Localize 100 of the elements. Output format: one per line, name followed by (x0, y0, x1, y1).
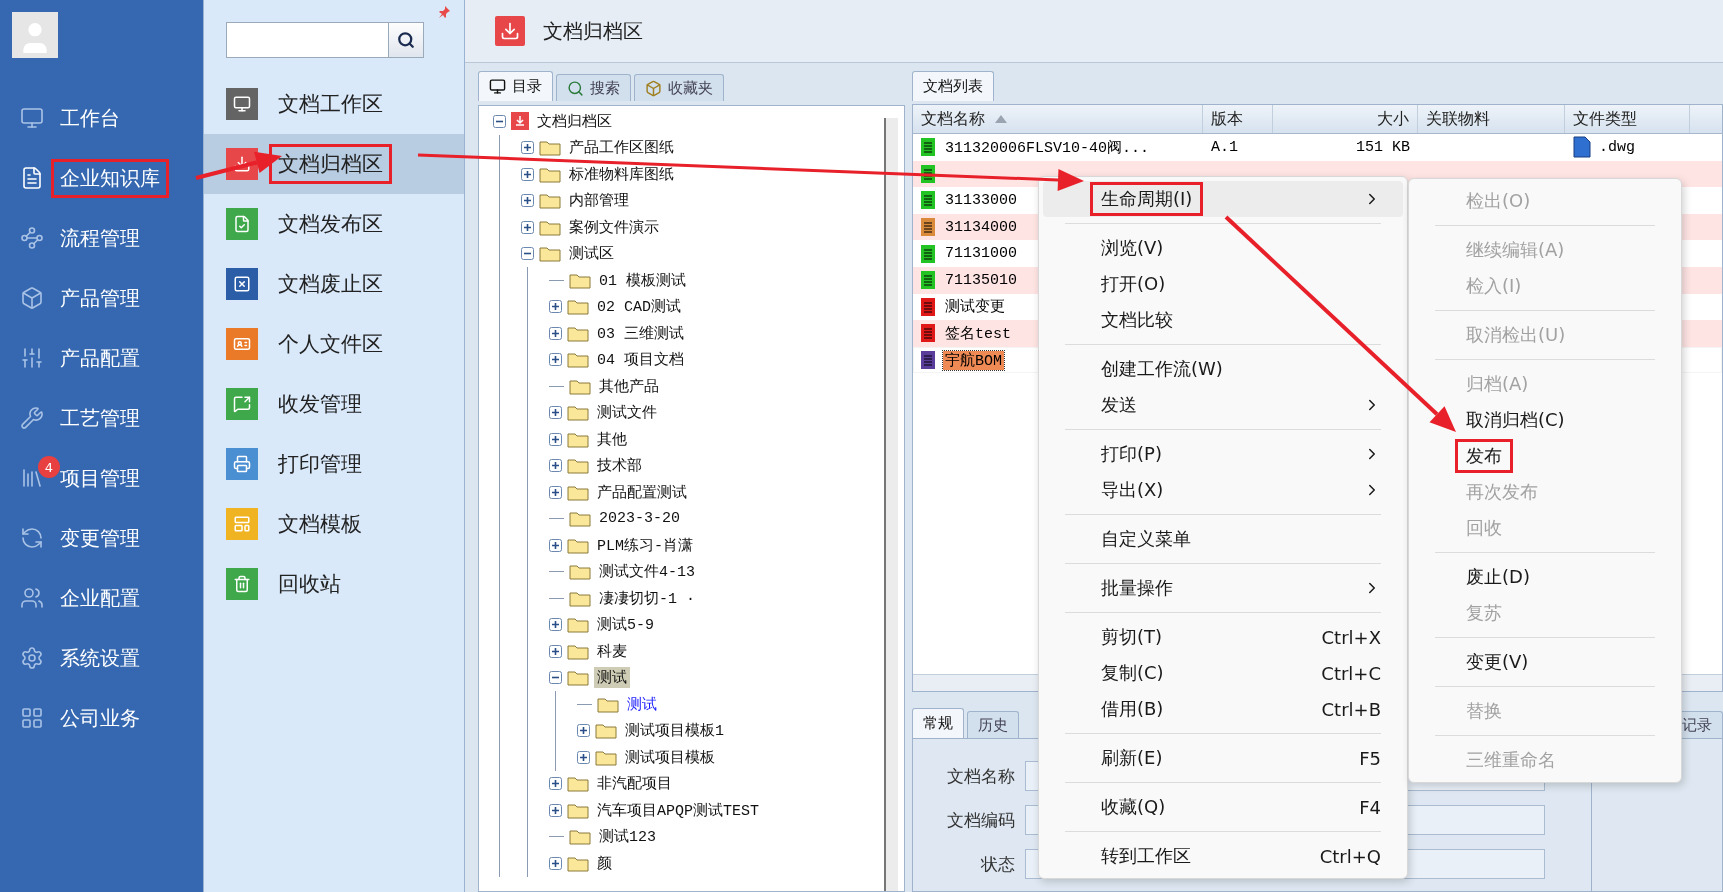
nav-item[interactable]: 工艺管理 (0, 388, 203, 448)
nav-item[interactable]: 变更管理 (0, 508, 203, 568)
expand-toggle[interactable] (549, 777, 562, 791)
nav-item[interactable]: 产品配置 (0, 328, 203, 388)
nav-item[interactable]: 工作台 (0, 88, 203, 148)
expand-toggle[interactable] (549, 353, 562, 367)
tree-node[interactable]: PLM练习-肖潇 (594, 534, 696, 556)
sub-nav-item[interactable]: 文档工作区 (204, 74, 464, 134)
tree-node[interactable]: 测试区 (566, 243, 617, 265)
menu-item[interactable]: 打印(P) (1043, 436, 1403, 472)
expand-toggle[interactable] (549, 644, 562, 658)
sub-nav-item[interactable]: 文档归档区 (204, 134, 464, 194)
tree-node[interactable]: 03 三维测试 (594, 322, 687, 344)
menu-item[interactable]: 浏览(V) (1043, 230, 1403, 266)
tree-node[interactable]: 04 项目文档 (594, 349, 687, 371)
tree-node[interactable]: 凄凄切切-1 · (596, 587, 698, 609)
column-header[interactable]: 大小 (1273, 105, 1418, 133)
nav-item[interactable]: 公司业务 (0, 688, 203, 748)
tree-node[interactable]: 汽车项目APQP测试TEST (594, 799, 762, 821)
tree-node[interactable]: 颜 (594, 852, 615, 874)
collapse-toggle[interactable] (493, 114, 506, 128)
panel-tab[interactable]: 历史 (967, 711, 1019, 738)
tree-node[interactable]: 产品工作区图纸 (566, 137, 677, 159)
menu-item[interactable]: 废止(D) (1413, 559, 1677, 595)
menu-item[interactable]: 转到工作区 Ctrl+Q (1043, 838, 1403, 874)
menu-item[interactable]: 复制(C) Ctrl+C (1043, 655, 1403, 691)
expand-toggle[interactable] (549, 856, 562, 870)
panel-tab[interactable]: 常规 (912, 708, 964, 738)
menu-item[interactable]: 生命周期(I) (1043, 181, 1403, 217)
menu-item[interactable]: 发布 (1413, 438, 1677, 474)
expand-toggle[interactable] (521, 167, 534, 181)
nav-item[interactable]: 产品管理 (0, 268, 203, 328)
expand-toggle[interactable] (577, 724, 590, 738)
expand-toggle[interactable] (549, 538, 562, 552)
tree-node[interactable]: 测试文件4-13 (596, 561, 698, 583)
menu-item[interactable]: 打开(O) (1043, 266, 1403, 302)
tree-node[interactable]: 非汽配项目 (594, 773, 675, 795)
tree-node[interactable]: 文档归档区 (534, 110, 615, 132)
expand-toggle[interactable] (549, 326, 562, 340)
column-header[interactable]: 关联物料 (1418, 105, 1565, 133)
menu-item[interactable]: 剪切(T) Ctrl+X (1043, 619, 1403, 655)
expand-toggle[interactable] (521, 141, 534, 155)
expand-toggle[interactable] (549, 406, 562, 420)
tree-node[interactable]: 测试项目模板 (622, 746, 718, 768)
expand-toggle[interactable] (549, 618, 562, 632)
tree-node[interactable]: 其他产品 (596, 375, 662, 397)
tree-node[interactable]: 测试项目模板1 (622, 720, 727, 742)
column-header[interactable]: 文件类型 (1565, 105, 1690, 133)
menu-item[interactable]: 导出(X) (1043, 472, 1403, 508)
collapse-toggle[interactable] (521, 247, 534, 261)
menu-item[interactable]: 创建工作流(W) (1043, 351, 1403, 387)
scrollbar[interactable] (884, 118, 898, 891)
expand-toggle[interactable] (521, 194, 534, 208)
menu-item[interactable]: 取消归档(C) (1413, 402, 1677, 438)
menu-item[interactable]: 文档比较 (1043, 302, 1403, 338)
tree-node[interactable]: 01 模板测试 (596, 269, 689, 291)
menu-item[interactable]: 发送 (1043, 387, 1403, 423)
sub-nav-item[interactable]: 回收站 (204, 554, 464, 614)
collapse-toggle[interactable] (549, 671, 562, 685)
tree-node[interactable]: 其他 (594, 428, 630, 450)
expand-toggle[interactable] (549, 485, 562, 499)
search-button[interactable] (388, 22, 424, 58)
tree-node[interactable]: 02 CAD测试 (594, 296, 684, 318)
sub-nav-item[interactable]: 打印管理 (204, 434, 464, 494)
expand-toggle[interactable] (549, 459, 562, 473)
tree-node[interactable]: 测试5-9 (594, 614, 657, 636)
menu-item[interactable]: 刷新(E) F5 (1043, 740, 1403, 776)
sub-nav-item[interactable]: 收发管理 (204, 374, 464, 434)
menu-item[interactable]: 借用(B) Ctrl+B (1043, 691, 1403, 727)
menu-item[interactable]: 自定义菜单 (1043, 521, 1403, 557)
nav-item[interactable]: 4 项目管理 (0, 448, 203, 508)
tree-node[interactable]: 内部管理 (566, 190, 632, 212)
menu-item[interactable]: 变更(V) (1413, 644, 1677, 680)
expand-toggle[interactable] (549, 803, 562, 817)
sub-nav-item[interactable]: 文档模板 (204, 494, 464, 554)
expand-toggle[interactable] (549, 432, 562, 446)
tree-node[interactable]: 科麦 (594, 640, 630, 662)
expand-toggle[interactable] (577, 750, 590, 764)
tree-node[interactable]: 2023-3-20 (596, 509, 683, 529)
search-field[interactable] (226, 22, 388, 58)
tree-node[interactable]: 标准物料库图纸 (566, 163, 677, 185)
nav-item[interactable]: 流程管理 (0, 208, 203, 268)
sub-nav-item[interactable]: 个人文件区 (204, 314, 464, 374)
tree-node[interactable]: 案例文件演示 (566, 216, 662, 238)
sub-nav-item[interactable]: 文档发布区 (204, 194, 464, 254)
nav-item[interactable]: 系统设置 (0, 628, 203, 688)
tree-node[interactable]: 测试 (624, 693, 660, 715)
menu-item[interactable]: 批量操作 (1043, 570, 1403, 606)
expand-toggle[interactable] (521, 220, 534, 234)
panel-tab[interactable]: 目录 (478, 71, 553, 101)
tree-node[interactable]: 测试 (594, 667, 630, 689)
pin-icon[interactable] (438, 6, 450, 18)
menu-item[interactable]: 收藏(Q) F4 (1043, 789, 1403, 825)
panel-tab[interactable]: 文档列表 (912, 71, 994, 101)
nav-item[interactable]: 企业配置 (0, 568, 203, 628)
tree-node[interactable]: 测试123 (596, 826, 659, 848)
sub-nav-item[interactable]: 文档废止区 (204, 254, 464, 314)
column-header[interactable]: 文档名称 (913, 105, 1203, 133)
column-header[interactable]: 版本 (1203, 105, 1273, 133)
expand-toggle[interactable] (549, 300, 562, 314)
